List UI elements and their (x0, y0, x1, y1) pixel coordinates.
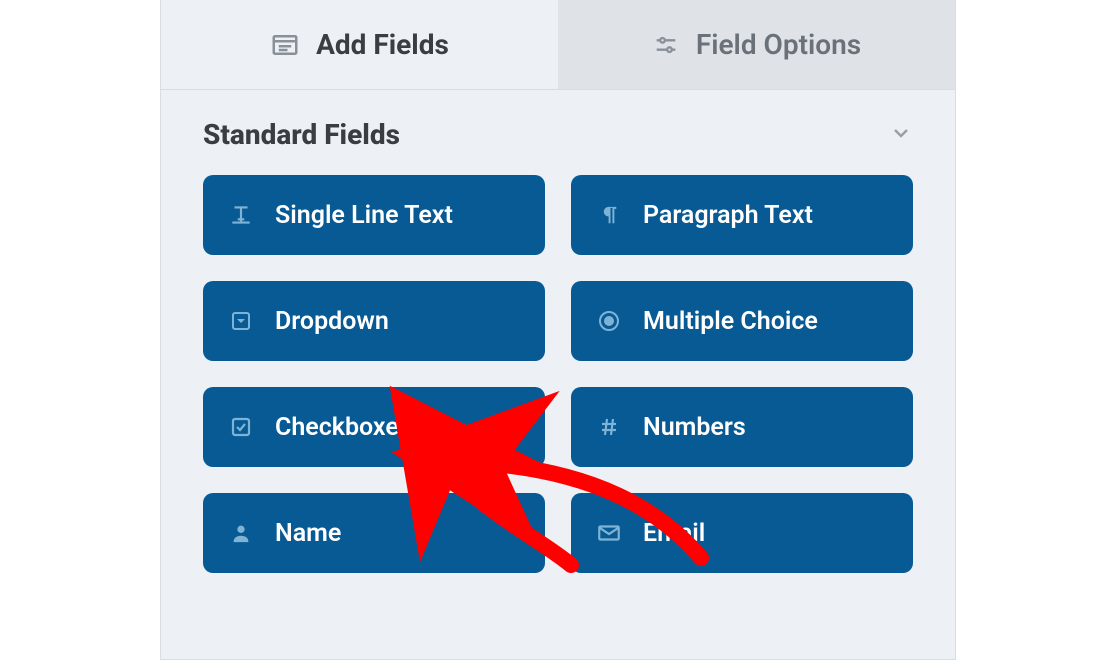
tab-label: Add Fields (316, 28, 449, 61)
form-icon (270, 30, 300, 60)
field-email[interactable]: Email (571, 493, 913, 573)
field-label: Single Line Text (275, 201, 453, 230)
section-header[interactable]: Standard Fields (161, 90, 955, 175)
envelope-icon (595, 519, 623, 547)
tab-add-fields[interactable]: Add Fields (161, 0, 558, 89)
field-label: Numbers (643, 413, 746, 442)
field-label: Name (275, 519, 341, 548)
field-label: Dropdown (275, 307, 389, 336)
field-name[interactable]: Name (203, 493, 545, 573)
form-builder-panel: Add Fields Field Options Standard Fields (160, 0, 956, 660)
field-numbers[interactable]: Numbers (571, 387, 913, 467)
radio-icon (595, 307, 623, 335)
tab-label: Field Options (696, 28, 861, 61)
field-label: Multiple Choice (643, 307, 818, 336)
fields-grid: Single Line Text Paragraph Text Dropdown (161, 175, 955, 573)
dropdown-icon (227, 307, 255, 335)
user-icon (227, 519, 255, 547)
field-checkboxes[interactable]: Checkboxes (203, 387, 545, 467)
field-label: Checkboxes (275, 413, 412, 442)
tab-field-options[interactable]: Field Options (558, 0, 955, 89)
text-icon (227, 201, 255, 229)
field-label: Email (643, 519, 705, 548)
tabs-container: Add Fields Field Options (161, 0, 955, 90)
field-paragraph-text[interactable]: Paragraph Text (571, 175, 913, 255)
field-multiple-choice[interactable]: Multiple Choice (571, 281, 913, 361)
field-label: Paragraph Text (643, 201, 813, 230)
sliders-icon (652, 31, 680, 59)
paragraph-icon (595, 201, 623, 229)
section-title: Standard Fields (203, 118, 400, 151)
checkbox-icon (227, 413, 255, 441)
hash-icon (595, 413, 623, 441)
field-single-line-text[interactable]: Single Line Text (203, 175, 545, 255)
field-dropdown[interactable]: Dropdown (203, 281, 545, 361)
chevron-down-icon (889, 121, 913, 149)
